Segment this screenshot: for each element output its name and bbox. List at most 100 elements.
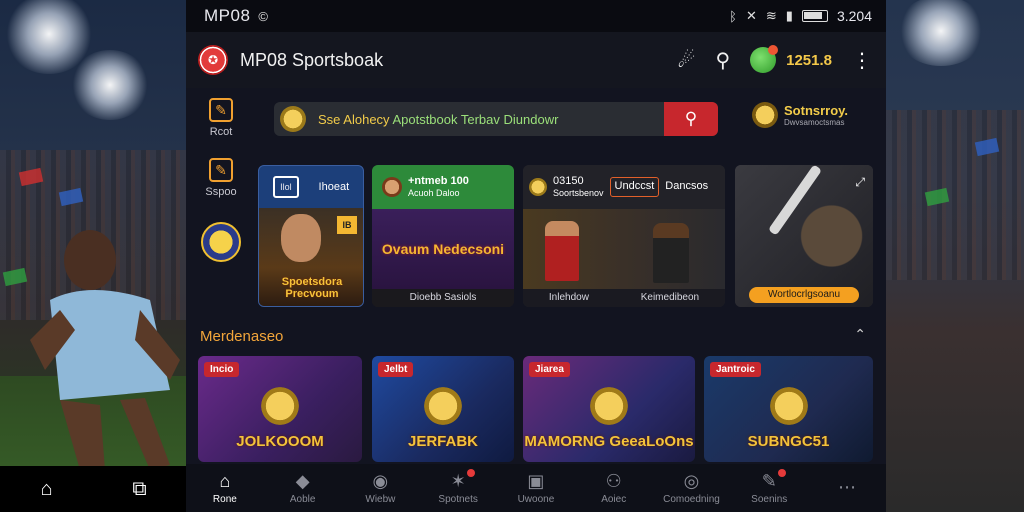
nav-label: Uwoone bbox=[517, 494, 555, 505]
rocket-icon[interactable]: ☄ bbox=[678, 48, 696, 73]
sidenav-item-sspoo[interactable]: ✎ Sspoo bbox=[205, 158, 237, 198]
mute-icon: ✕ bbox=[745, 8, 757, 23]
screen: ⌂ ⧉ MP08 © ᛒ ✕ ≋ ▮ 3.204 ✪ MP08 Sportsbo… bbox=[0, 0, 1024, 512]
search-bar[interactable]: Sse Alohecy Apotstbook Terbav Diundowr ⚲ bbox=[274, 102, 718, 136]
promo-badge[interactable]: Sotnsrroy. Dwvsamoctsmas bbox=[752, 102, 848, 128]
recents-icon[interactable]: ⧉ bbox=[125, 478, 155, 501]
app-logo[interactable]: ✪ bbox=[198, 45, 228, 75]
edit-icon: ✎ bbox=[209, 98, 233, 122]
card-art bbox=[523, 209, 725, 289]
chat-icon: ◎ bbox=[683, 471, 700, 491]
game-title: JERFABK bbox=[407, 433, 478, 451]
coin-icon bbox=[529, 178, 547, 196]
sports-icon: ✶ bbox=[450, 471, 466, 491]
battery-icon bbox=[801, 10, 828, 22]
expand-icon[interactable]: ⤢ bbox=[855, 175, 865, 190]
search-text: Sse Alohecy Apotstbook Terbav Diundowr bbox=[318, 112, 558, 127]
signal-icon: ▮ bbox=[785, 8, 793, 23]
card-hero-image: IB Spoetsdora Precvoum bbox=[259, 208, 363, 306]
nav-label: Comoedning bbox=[663, 494, 720, 505]
sidenav-label: Rcot bbox=[209, 126, 233, 138]
game-title: SUBNGC51 bbox=[747, 433, 830, 451]
sidenav-item-rcot[interactable]: ✎ Rcot bbox=[209, 98, 233, 138]
coin-icon bbox=[750, 45, 779, 73]
app-title: MP08 Sportsboak bbox=[240, 49, 384, 70]
nav-item-more[interactable]: ⋯ bbox=[812, 477, 882, 500]
card-footer-right: Keimedibeon bbox=[640, 292, 700, 303]
bluetooth-icon: ᛒ bbox=[729, 8, 737, 24]
promo-icon bbox=[752, 102, 778, 128]
nav-label: Wiebw bbox=[365, 494, 396, 505]
card-art: Ovaum Nedecsoni bbox=[372, 209, 514, 289]
nav-item-aoiec[interactable]: ⚇ Aoiec bbox=[579, 471, 649, 505]
mascot-badge[interactable] bbox=[201, 222, 241, 262]
status-carrier: MP08 bbox=[204, 6, 251, 25]
nav-label: Spotnets bbox=[438, 494, 478, 505]
nav-label: Rone bbox=[212, 494, 237, 505]
card-cell-value: 03150 bbox=[553, 175, 584, 187]
wallet-balance: 1251.8 bbox=[786, 51, 832, 69]
game-title: JOLKOOOM bbox=[236, 433, 324, 451]
nav-item-aoble[interactable]: ◆ Aoble bbox=[268, 471, 338, 505]
avatar bbox=[382, 177, 402, 197]
more-options-icon[interactable]: ⋮ bbox=[852, 48, 872, 73]
game-badge: Incio bbox=[204, 362, 240, 377]
game-emblem bbox=[421, 384, 465, 428]
game-emblem bbox=[258, 384, 302, 428]
featured-card-3[interactable]: 03150 Soortsbenov Undccst Dancsos Inlehd… bbox=[523, 165, 725, 307]
nav-label: Aoble bbox=[289, 494, 316, 505]
section-title: Merdenaseo bbox=[200, 328, 284, 345]
more-horizontal-icon: ⋯ bbox=[838, 476, 856, 497]
notification-dot bbox=[778, 469, 787, 477]
game-tile[interactable]: Jelbt JERFABK bbox=[372, 356, 514, 462]
game-badge: Jelbt bbox=[378, 362, 414, 377]
nav-item-spotnets[interactable]: ✶ Spotnets bbox=[423, 469, 493, 505]
game-badge: Jantroic bbox=[710, 362, 761, 377]
game-tile[interactable]: Jiarea MAMORNG GeeaLoOns bbox=[523, 356, 695, 462]
card-game-title: Ovaum Nedecsoni bbox=[381, 240, 505, 257]
game-tile[interactable]: Jantroic SUBNGC51 bbox=[704, 356, 873, 462]
nav-item-wiebw[interactable]: ◉ Wiebw bbox=[345, 471, 415, 505]
floodlight bbox=[70, 50, 150, 120]
game-emblem bbox=[587, 384, 631, 428]
sidenav-label: Sspoo bbox=[205, 186, 237, 198]
right-stadium-background bbox=[886, 0, 1024, 512]
player-illustration bbox=[30, 230, 180, 470]
android-nav-bar: ⌂ ⧉ bbox=[0, 466, 186, 512]
status-time: 3.204 bbox=[836, 8, 872, 24]
promo-subtitle: Dwvsamoctsmas bbox=[784, 118, 845, 127]
game-tile[interactable]: Incio JOLKOOOM bbox=[198, 356, 362, 462]
chevron-up-icon[interactable]: ⌃ bbox=[854, 326, 866, 343]
nav-item-comoedning[interactable]: ◎ Comoedning bbox=[656, 471, 726, 505]
nav-item-uwoone[interactable]: ▣ Uwoone bbox=[501, 471, 571, 505]
edit-icon: ✎ bbox=[208, 158, 233, 182]
notification-dot bbox=[467, 469, 476, 477]
card-box-icon: Ilol bbox=[272, 176, 299, 198]
nav-item-soenins[interactable]: ✎ Soenins bbox=[734, 469, 804, 505]
ball-icon: ◉ bbox=[372, 471, 389, 491]
featured-card-2[interactable]: +ntmeb 100 Acuoh Daloo Ovaum Nedecsoni D… bbox=[372, 165, 514, 307]
card-game-title: Spoetsdora Precvoum bbox=[281, 275, 343, 300]
search-icon[interactable]: ⚲ bbox=[715, 48, 730, 73]
card-cell-highlight[interactable]: Undccst bbox=[609, 177, 660, 197]
bottom-nav: ⌂ Rone ◆ Aoble ◉ Wiebw ✶ Spotnets ▣ Uwoo… bbox=[186, 464, 886, 512]
card-cta-button[interactable]: Wortlocrlgsoanu bbox=[749, 287, 859, 303]
floodlight bbox=[896, 0, 986, 66]
home-outline-icon[interactable]: ⌂ bbox=[32, 478, 62, 501]
phone-screen: MP08 © ᛒ ✕ ≋ ▮ 3.204 ✪ MP08 Sportsboak ☄… bbox=[186, 0, 886, 512]
group-icon: ⚇ bbox=[605, 471, 622, 491]
screen-icon: ▣ bbox=[527, 471, 545, 491]
featured-card-1[interactable]: Ilol Ihoeat IB Spoetsdora Precvoum bbox=[258, 165, 364, 307]
wallet[interactable]: 1251.8 bbox=[750, 45, 832, 73]
game-emblem bbox=[766, 384, 811, 428]
card-head-number: +ntmeb 100 bbox=[408, 175, 469, 187]
card-cell-label: Soortsbenov bbox=[553, 188, 604, 199]
search-badge-icon bbox=[280, 106, 306, 132]
app-bar: ✪ MP08 Sportsboak ☄ ⚲ 1251.8 ⋮ bbox=[186, 32, 886, 88]
player-face bbox=[281, 214, 321, 262]
search-button[interactable]: ⚲ bbox=[664, 102, 718, 136]
crowd bbox=[886, 110, 1024, 280]
nav-item-home[interactable]: ⌂ Rone bbox=[190, 471, 260, 505]
card-cell-label: Dancsos bbox=[665, 180, 709, 193]
featured-card-4[interactable]: ⤢ Wortlocrlgsoanu bbox=[735, 165, 873, 307]
